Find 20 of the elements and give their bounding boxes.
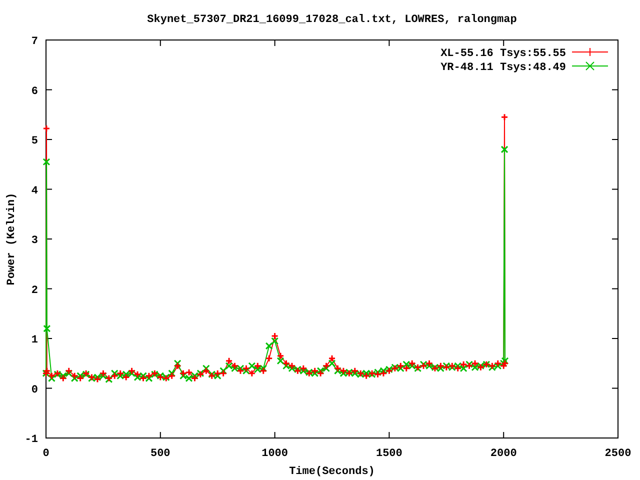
y-tick-label: 4 bbox=[31, 185, 38, 198]
x-tick-label: 0 bbox=[42, 448, 50, 460]
x-tick-label: 2500 bbox=[604, 448, 632, 460]
y-tick-label: 6 bbox=[31, 86, 38, 98]
y-tick-label: 0 bbox=[31, 384, 38, 396]
legend-label: XL-55.16 Tsys:55.55 bbox=[440, 48, 566, 60]
x-tick-label: 500 bbox=[150, 448, 170, 460]
x-axis-label: Time(Seconds) bbox=[289, 466, 375, 478]
x-tick-label: 1500 bbox=[376, 448, 402, 460]
legend-label: YR-48.11 Tsys:48.49 bbox=[440, 62, 566, 74]
y-tick-label: 1 bbox=[31, 334, 38, 346]
y-tick-label: 7 bbox=[31, 36, 38, 48]
y-axis-label: Power (Kelvin) bbox=[6, 192, 18, 286]
y-tick-label: 5 bbox=[31, 136, 38, 148]
y-tick-label: -1 bbox=[24, 434, 38, 446]
y-tick-label: 3 bbox=[31, 235, 38, 247]
x-tick-label: 2000 bbox=[490, 448, 517, 460]
x-tick-label: 1000 bbox=[262, 448, 288, 460]
y-tick-label: 2 bbox=[31, 284, 38, 297]
chart-title: Skynet_57307_DR21_16099_17028_cal.txt, LOWRES, ralongmap bbox=[147, 14, 517, 26]
